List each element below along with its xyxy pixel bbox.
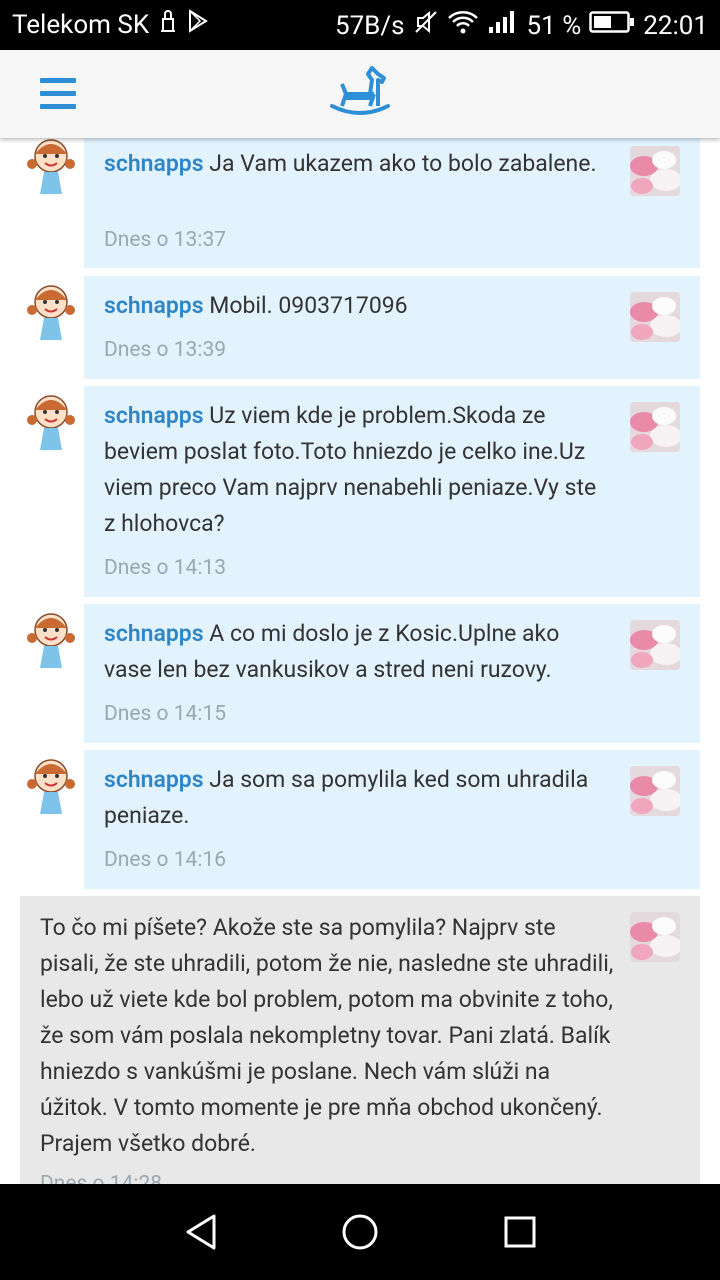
- message-date: Dnes o 13:39: [104, 338, 227, 362]
- carrier-label: Telekom SK: [12, 9, 150, 40]
- wifi-icon: [447, 9, 479, 42]
- mute-icon: [413, 9, 439, 42]
- product-thumbnail[interactable]: [630, 766, 680, 816]
- navigation-bar: [0, 1184, 720, 1280]
- message-bubble: schnapps Uz viem kde je problem.Skoda ze…: [84, 386, 700, 597]
- user-avatar[interactable]: [20, 606, 82, 668]
- message-author[interactable]: schnapps: [104, 766, 204, 793]
- product-thumbnail[interactable]: [630, 292, 680, 342]
- message-text: schnapps Ja som sa pomylila ked som uhra…: [104, 766, 589, 829]
- message-author[interactable]: schnapps: [104, 620, 204, 647]
- user-avatar[interactable]: [20, 278, 82, 340]
- product-thumbnail[interactable]: [630, 146, 680, 196]
- back-icon[interactable]: [180, 1210, 224, 1254]
- message-text: schnapps Ja Vam ukazem ako to bolo zabal…: [104, 150, 597, 177]
- message-date: Dnes o 14:15: [104, 702, 227, 726]
- conversation-list[interactable]: schnapps Ja Vam ukazem ako to bolo zabal…: [0, 138, 720, 1184]
- hamburger-menu-icon[interactable]: [40, 78, 76, 110]
- message-date: Dnes o 14:16: [104, 848, 227, 872]
- user-avatar[interactable]: [20, 388, 82, 450]
- message-author[interactable]: schnapps: [104, 292, 204, 319]
- message-date: Dnes o 13:37: [104, 228, 227, 252]
- message-author[interactable]: schnapps: [104, 402, 204, 429]
- product-thumbnail[interactable]: [630, 402, 680, 452]
- signal-icon: [487, 9, 519, 42]
- net-speed-label: 57B/s: [334, 10, 405, 41]
- message-bubble: schnapps A co mi doslo je z Kosic.Uplne …: [84, 604, 700, 743]
- product-thumbnail[interactable]: [630, 912, 680, 962]
- user-avatar[interactable]: [20, 752, 82, 814]
- message-text: schnapps Mobil. 0903717096: [104, 292, 408, 319]
- message-bubble: schnapps Ja Vam ukazem ako to bolo zabal…: [84, 138, 700, 268]
- reply-bubble: To čo mi píšete? Akože ste sa pomylila? …: [20, 896, 700, 1184]
- message-text: schnapps A co mi doslo je z Kosic.Uplne …: [104, 620, 560, 683]
- home-icon[interactable]: [338, 1210, 382, 1254]
- message-bubble: schnapps Ja som sa pomylila ked som uhra…: [84, 750, 700, 889]
- reply-text: To čo mi píšete? Akože ste sa pomylila? …: [40, 914, 614, 1157]
- clock-label: 22:01: [643, 10, 708, 41]
- notification-icon: [157, 9, 179, 40]
- status-bar: Telekom SK 57B/s 51 % 22:01: [0, 0, 720, 50]
- app-bar: [0, 50, 720, 138]
- message-bubble: schnapps Mobil. 0903717096 Dnes o 13:39: [84, 276, 700, 379]
- reply-date: Dnes o 14:28: [40, 1172, 163, 1184]
- message-text: schnapps Uz viem kde je problem.Skoda ze…: [104, 402, 597, 537]
- message-author[interactable]: schnapps: [104, 150, 204, 177]
- recent-apps-icon[interactable]: [498, 1210, 542, 1254]
- rocking-horse-icon[interactable]: [328, 66, 392, 118]
- user-avatar[interactable]: [20, 138, 82, 194]
- play-store-icon: [187, 9, 209, 40]
- battery-percent-label: 51 %: [526, 10, 582, 41]
- product-thumbnail[interactable]: [630, 620, 680, 670]
- message-date: Dnes o 14:13: [104, 556, 227, 580]
- battery-icon: [589, 10, 635, 41]
